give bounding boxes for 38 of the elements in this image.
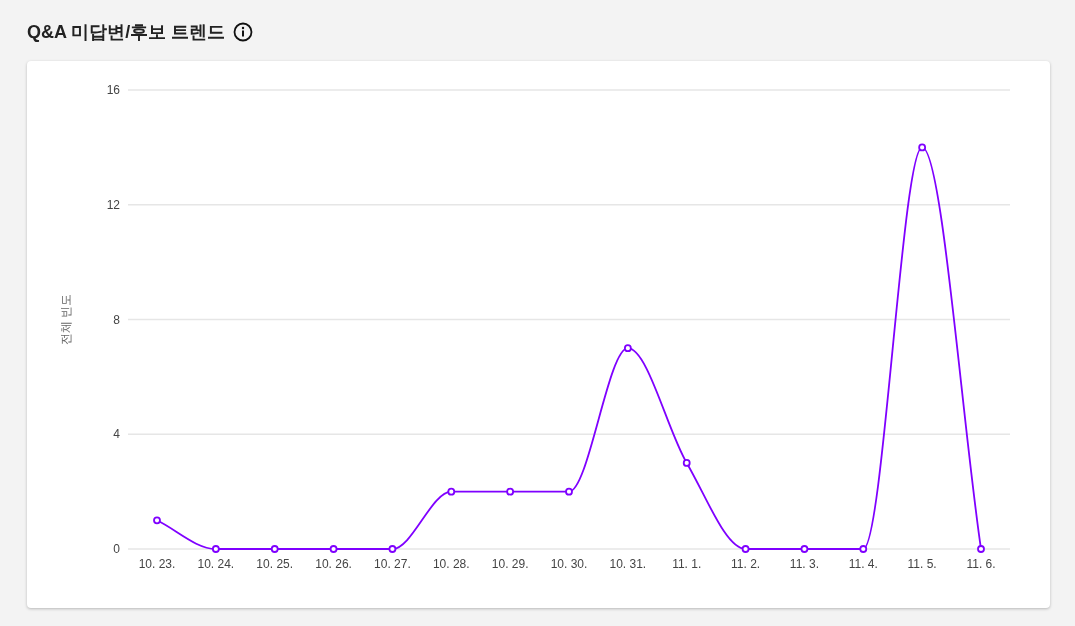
data-point — [741, 545, 750, 553]
y-tick-label: 16 — [106, 83, 120, 97]
x-tick-label: 11. 1. — [672, 557, 702, 571]
y-axis-label: 전체 빈도 — [59, 293, 73, 346]
data-point — [153, 516, 161, 525]
data-point — [859, 545, 868, 553]
data-point — [211, 545, 220, 553]
x-tick-label: 11. 5. — [907, 557, 937, 571]
x-tick-label: 11. 2. — [731, 557, 761, 571]
data-point — [506, 487, 515, 496]
x-tick-label: 11. 3. — [789, 557, 819, 571]
data-point — [565, 487, 573, 496]
x-tick-label: 10. 25. — [256, 557, 294, 571]
data-point — [329, 545, 338, 553]
data-point — [800, 545, 809, 553]
data-point — [918, 143, 927, 152]
x-tick-label: 11. 6. — [966, 557, 996, 571]
info-icon[interactable] — [233, 22, 254, 42]
y-tick-label: 12 — [106, 197, 120, 212]
x-tick-label: 11. 4. — [848, 557, 878, 571]
data-point — [682, 459, 691, 467]
x-tick-label: 10. 27. — [374, 557, 411, 571]
x-tick-label: 10. 26. — [315, 557, 352, 571]
x-tick-label: 10. 29. — [491, 557, 529, 571]
x-tick-label: 10. 23. — [138, 557, 176, 571]
data-point — [447, 487, 456, 496]
data-point — [388, 545, 397, 553]
data-point — [270, 545, 279, 553]
y-tick-label: 8 — [113, 312, 120, 327]
data-point — [977, 545, 985, 553]
x-tick-label: 10. 30. — [550, 557, 588, 571]
x-tick-label: 10. 31. — [609, 557, 647, 571]
section-title: Q&A 미답변/후보 트렌드 — [27, 20, 226, 44]
y-tick-label: 0 — [113, 542, 120, 556]
y-tick-label: 4 — [113, 427, 120, 442]
x-tick-label: 10. 24. — [197, 557, 235, 571]
data-point — [623, 344, 632, 353]
x-tick-label: 10. 28. — [432, 557, 470, 571]
